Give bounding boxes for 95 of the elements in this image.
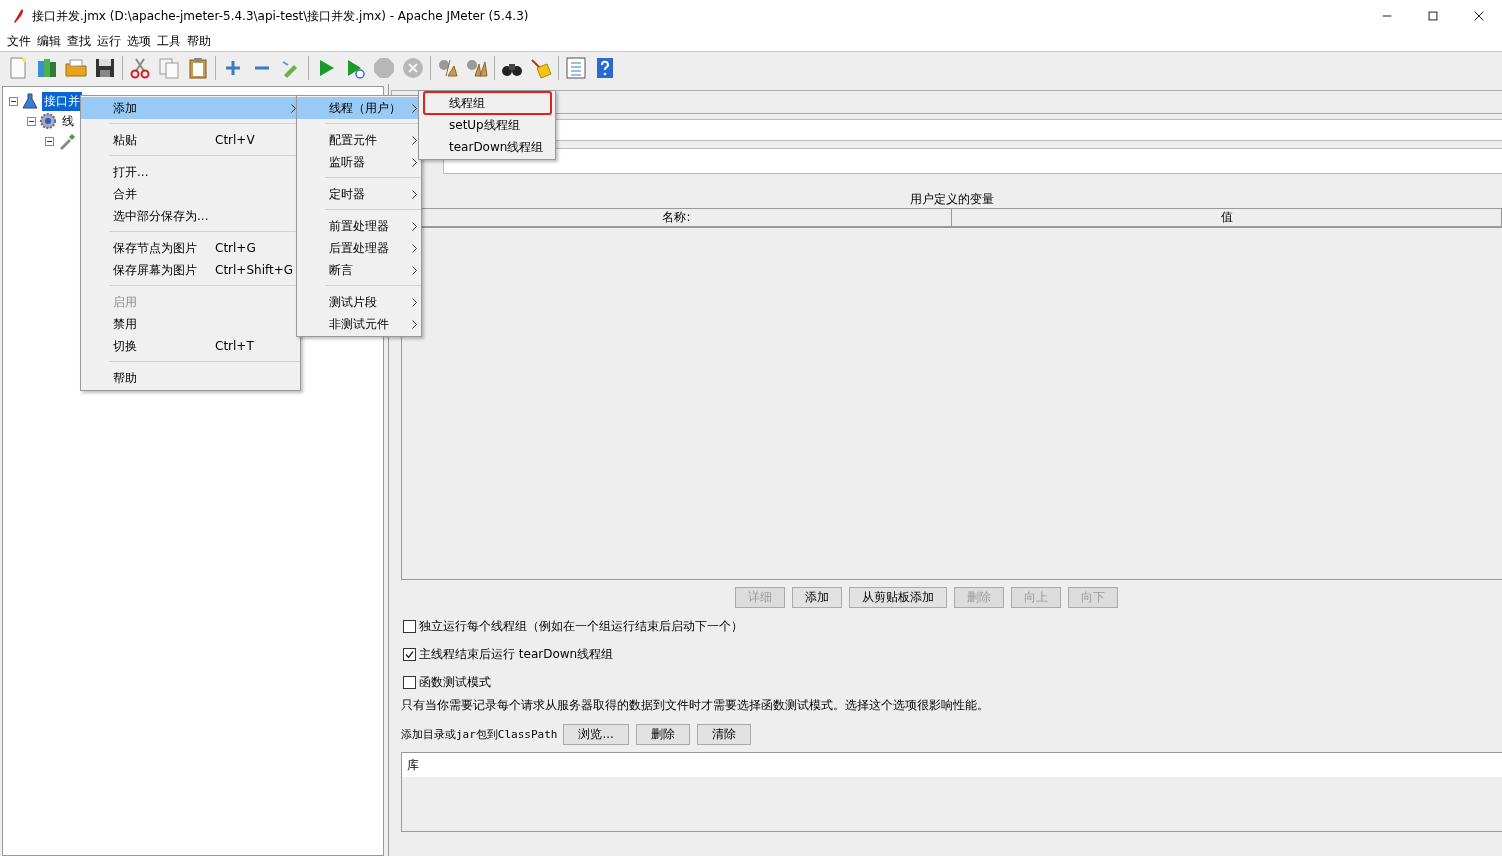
menu-item-label: 选中部分保存为...	[113, 207, 210, 225]
menu-item[interactable]: 保存屏幕为图片 Ctrl+Shift+G	[81, 259, 300, 281]
chevron-icon	[412, 136, 417, 145]
menu-item-label: 启用	[113, 293, 138, 311]
menu-item[interactable]: 打开...	[81, 161, 300, 183]
chevron-icon	[412, 190, 417, 199]
menu-bar-item[interactable]: 工具	[154, 33, 184, 50]
menu-item[interactable]: 断言	[297, 259, 421, 281]
maximize-icon[interactable]	[1426, 9, 1440, 23]
scissors-icon[interactable]	[128, 56, 152, 80]
chevron-icon	[412, 104, 417, 113]
table-button[interactable]: 从剪贴板添加	[849, 587, 947, 608]
chevron-icon	[412, 222, 417, 231]
menu-item-label: 帮助	[113, 369, 138, 387]
tree-node[interactable]: 线	[60, 111, 76, 131]
menu-item[interactable]: tearDown线程组	[419, 136, 555, 158]
checkbox-label: 函数测试模式	[419, 673, 491, 691]
menu-item-label: 禁用	[113, 315, 138, 333]
menu-item[interactable]: 非测试元件	[297, 313, 421, 335]
menu-bar-item[interactable]: 运行	[94, 33, 124, 50]
menu-bar-item[interactable]: 选项	[124, 33, 154, 50]
collapse-icon[interactable]	[27, 116, 36, 126]
menu-item-label: 打开...	[113, 163, 150, 181]
menu-item[interactable]: 禁用	[81, 313, 300, 335]
menu-item-label: 保存节点为图片	[113, 239, 198, 257]
flask-icon	[21, 92, 39, 110]
menu-item[interactable]: 配置元件	[297, 129, 421, 151]
folder-icon[interactable]	[64, 56, 88, 80]
menu-item-label: 粘贴	[113, 131, 138, 149]
chevron-icon	[412, 320, 417, 329]
menu-item-label: 切换	[113, 337, 138, 355]
gear-icon	[39, 112, 57, 130]
menu-item-label: 定时器	[329, 185, 366, 203]
table-title: 用户定义的变量	[909, 191, 994, 208]
menu-item-label: 配置元件	[329, 131, 378, 149]
shortcut-label: Ctrl+V	[215, 133, 255, 147]
chevron-icon	[412, 244, 417, 253]
column-header[interactable]: 值	[952, 209, 1502, 226]
menu-bar-item[interactable]: 查找	[64, 33, 94, 50]
menu-item-label: 添加	[113, 99, 138, 117]
column-header[interactable]: 库	[402, 753, 1502, 777]
classpath-button[interactable]: 删除	[635, 724, 690, 745]
menu-item[interactable]: 线程（用户）	[297, 97, 421, 119]
menu-item[interactable]: 测试片段	[297, 291, 421, 313]
window-title: 接口并发.jmx (D:\apache-jmeter-5.4.3\api-test\接口并发.jmx) - Apache JMeter (5.4.3)	[32, 7, 530, 25]
shortcut-label: Ctrl+Shift+G	[215, 263, 294, 277]
menu-bar-item[interactable]: 帮助	[184, 33, 214, 50]
menu-item[interactable]: 保存节点为图片 Ctrl+G	[81, 237, 300, 259]
tree-node[interactable]: 接口并	[42, 91, 82, 111]
menu-item-label: 前置处理器	[329, 217, 390, 235]
books-icon[interactable]	[35, 56, 59, 80]
menu-item-label: 监听器	[329, 153, 366, 171]
menu-bar-item[interactable]: 编辑	[34, 33, 64, 50]
chevron-icon	[412, 266, 417, 275]
menu-item[interactable]: 切换 Ctrl+T	[81, 335, 300, 357]
collapse-icon[interactable]	[45, 136, 54, 146]
list-icon[interactable]	[564, 56, 588, 80]
classpath-button[interactable]: 清除	[696, 724, 751, 745]
menu-item[interactable]: 监听器	[297, 151, 421, 173]
checkbox[interactable]	[403, 647, 416, 661]
checkbox[interactable]	[403, 675, 416, 689]
shortcut-label: Ctrl+G	[215, 241, 256, 255]
checkbox-label: 主线程结束后运行 tearDown线程组	[419, 645, 614, 663]
classpath-label: 添加目录或jar包到ClassPath	[401, 727, 558, 742]
menu-item-label: setUp线程组	[449, 116, 520, 134]
chevron-icon	[412, 158, 417, 167]
menu-item-label: 非测试元件	[329, 315, 390, 333]
clipboard-icon[interactable]	[186, 56, 210, 80]
menu-item-label: tearDown线程组	[449, 138, 544, 156]
checkbox-label: 独立运行每个线程组（例如在一个组运行结束后启动下一个）	[419, 617, 743, 635]
menu-item[interactable]: 粘贴 Ctrl+V	[81, 129, 300, 151]
checkbox[interactable]	[403, 619, 416, 633]
table-button[interactable]: 添加	[792, 587, 842, 608]
chevron-icon	[412, 298, 417, 307]
menu-bar-item[interactable]: 文件	[4, 33, 34, 50]
menu-item-label: 线程（用户）	[329, 99, 402, 117]
menu-item-label: 断言	[329, 261, 354, 279]
menu-item[interactable]: setUp线程组	[419, 114, 555, 136]
menu-item-label: 保存屏幕为图片	[113, 261, 198, 279]
menu-item[interactable]: 帮助	[81, 367, 300, 389]
menu-item-label: 测试片段	[329, 293, 378, 311]
collapse-icon[interactable]	[9, 96, 18, 106]
menu-item[interactable]: 选中部分保存为...	[81, 205, 300, 227]
shortcut-label: Ctrl+T	[215, 339, 254, 353]
menu-item-label: 合并	[113, 185, 138, 203]
chevron-icon	[291, 104, 296, 113]
menu-item[interactable]: 合并	[81, 183, 300, 205]
close-icon[interactable]	[1472, 9, 1486, 23]
menu-item-label: 线程组	[449, 94, 485, 112]
hint-text: 只有当你需要记录每个请求从服务器取得的数据到文件时才需要选择函数测试模式。选择这个选项很影响性能。	[401, 697, 990, 714]
menu-item-label: 后置处理器	[329, 239, 390, 257]
menu-item[interactable]: 定时器	[297, 183, 421, 205]
classpath-button[interactable]: 浏览...	[563, 724, 629, 745]
menu-item[interactable]: 后置处理器	[297, 237, 421, 259]
menu-item[interactable]: 线程组	[424, 92, 551, 114]
